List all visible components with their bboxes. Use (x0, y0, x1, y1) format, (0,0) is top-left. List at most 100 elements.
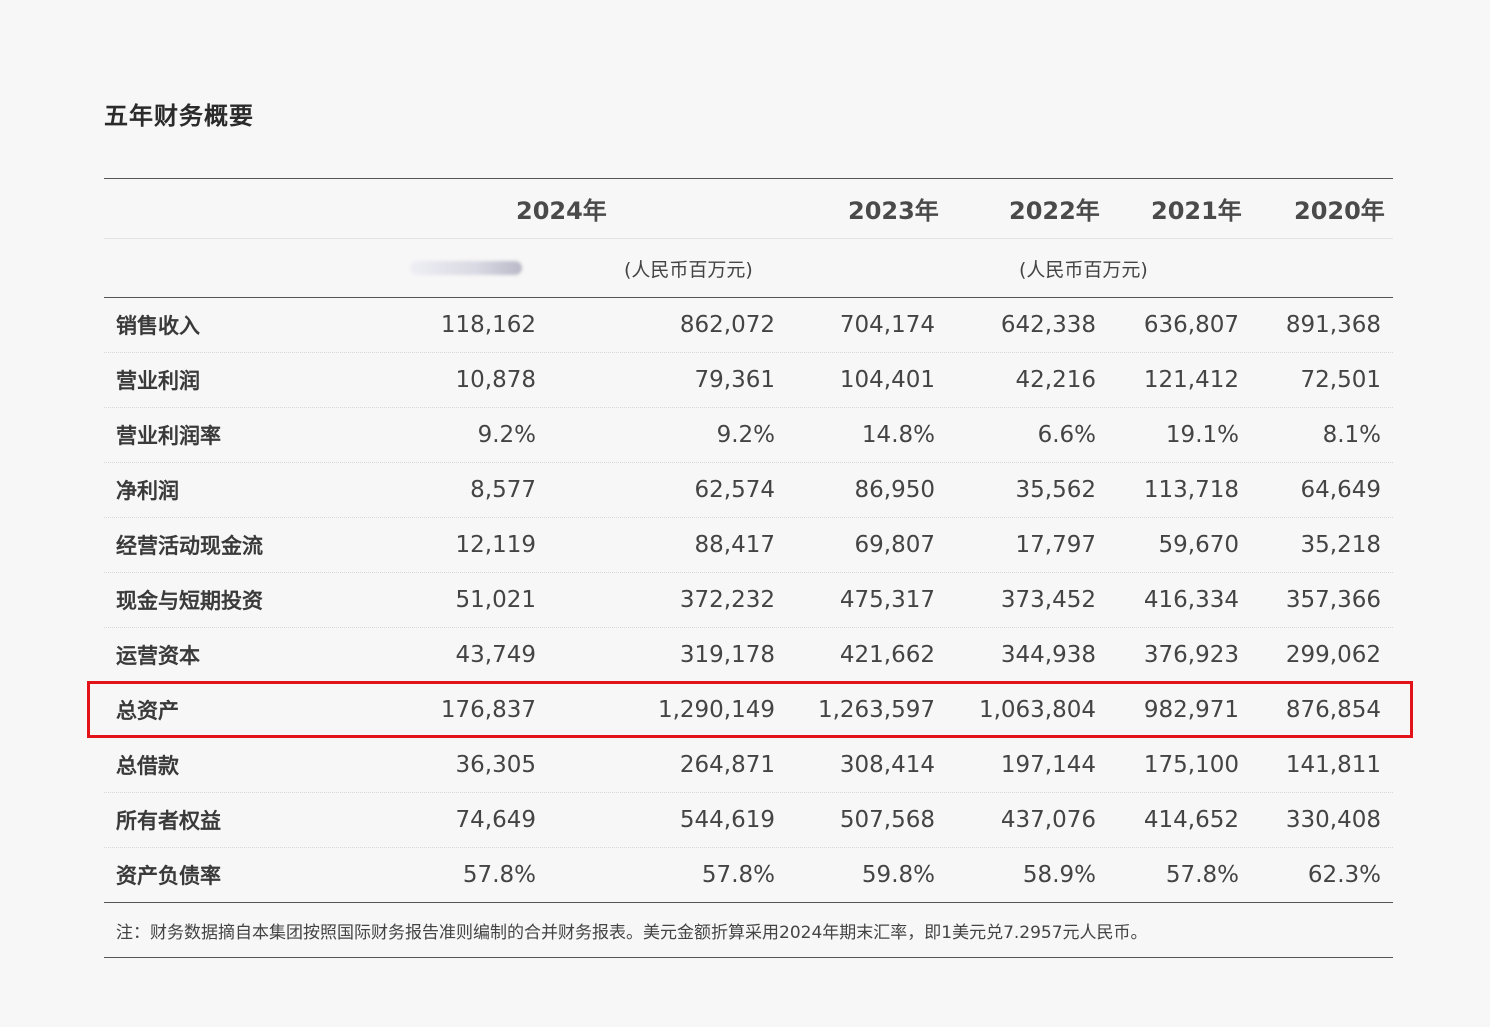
cell-rmb-2020: 8.1% (1322, 422, 1381, 448)
cell-rmb-2020: 62.3% (1307, 862, 1381, 888)
cell-rmb-2022: 197,144 (1000, 752, 1096, 778)
cell-rmb-2024: 319,178 (679, 642, 775, 668)
table-row: 运营资本 43,749 319,178 421,662 344,938 376,923 29… (104, 628, 1393, 683)
cell-rmb-2023: 104,401 (839, 367, 935, 393)
table-row: 销售收入 118,162 862,072 704,174 642,338 636,807 8… (104, 298, 1393, 353)
cell-rmb-2021: 414,652 (1143, 807, 1239, 833)
cell-usd-2024: 9.2% (477, 422, 536, 448)
blurred-unit-label (410, 261, 522, 275)
cell-rmb-2022: 373,452 (1000, 587, 1096, 613)
unit-row: (人民币百万元) (人民币百万元) (104, 239, 1393, 297)
cell-rmb-2021: 57.8% (1165, 862, 1239, 888)
table-row: 经营活动现金流 12,119 88,417 69,807 17,797 59,670 35,… (104, 518, 1393, 573)
row-label: 运营资本 (116, 644, 200, 668)
cell-rmb-2023: 421,662 (839, 642, 935, 668)
table-row: 总资产 176,837 1,290,149 1,263,597 1,063,804 982… (104, 683, 1393, 738)
cell-rmb-2022: 437,076 (1000, 807, 1096, 833)
footnote-bottom-rule (104, 957, 1393, 958)
cell-rmb-2024: 57.8% (701, 862, 775, 888)
unit-label-2024: (人民币百万元) (624, 258, 753, 281)
cell-rmb-2020: 35,218 (1300, 532, 1381, 558)
row-label: 总借款 (116, 754, 179, 778)
cell-rmb-2024: 862,072 (679, 312, 775, 338)
cell-rmb-2020: 141,811 (1285, 752, 1381, 778)
cell-rmb-2023: 1,263,597 (817, 697, 935, 723)
row-label: 现金与短期投资 (116, 589, 263, 613)
cell-rmb-2021: 175,100 (1143, 752, 1239, 778)
page-title: 五年财务概要 (104, 102, 254, 130)
cell-rmb-2023: 14.8% (861, 422, 935, 448)
financial-summary-table: 2024年 2023年 2022年 2021年 2020年 (人民币百万元) (… (104, 178, 1393, 958)
cell-rmb-2023: 704,174 (839, 312, 935, 338)
row-label: 经营活动现金流 (116, 534, 263, 558)
table-row: 净利润 8,577 62,574 86,950 35,562 113,718 64,649 (104, 463, 1393, 518)
cell-rmb-2023: 308,414 (839, 752, 935, 778)
row-label: 销售收入 (116, 314, 200, 338)
cell-usd-2024: 12,119 (455, 532, 536, 558)
cell-usd-2024: 8,577 (470, 477, 536, 503)
cell-rmb-2022: 42,216 (1015, 367, 1096, 393)
cell-rmb-2023: 69,807 (854, 532, 935, 558)
row-label: 总资产 (116, 699, 179, 723)
cell-rmb-2022: 344,938 (1000, 642, 1096, 668)
year-header-row: 2024年 2023年 2022年 2021年 2020年 (104, 179, 1393, 239)
row-label: 所有者权益 (116, 809, 221, 833)
cell-rmb-2021: 376,923 (1143, 642, 1239, 668)
table-row: 所有者权益 74,649 544,619 507,568 437,076 414,652 3… (104, 793, 1393, 848)
cell-rmb-2022: 17,797 (1015, 532, 1096, 558)
year-2024-header: 2024年 (516, 197, 607, 225)
cell-rmb-2024: 264,871 (679, 752, 775, 778)
table-row: 营业利润率 9.2% 9.2% 14.8% 6.6% 19.1% 8.1% (104, 408, 1393, 463)
cell-usd-2024: 118,162 (440, 312, 536, 338)
row-label: 营业利润率 (116, 424, 221, 448)
table-row: 现金与短期投资 51,021 372,232 475,317 373,452 416,33… (104, 573, 1393, 628)
cell-rmb-2022: 1,063,804 (978, 697, 1096, 723)
table-row: 资产负债率 57.8% 57.8% 59.8% 58.9% 57.8% 62.3% (104, 848, 1393, 902)
cell-rmb-2021: 59,670 (1158, 532, 1239, 558)
cell-rmb-2023: 507,568 (839, 807, 935, 833)
table-row: 营业利润 10,878 79,361 104,401 42,216 121,412 72,5… (104, 353, 1393, 408)
cell-rmb-2024: 88,417 (694, 532, 775, 558)
cell-usd-2024: 176,837 (440, 697, 536, 723)
cell-usd-2024: 51,021 (455, 587, 536, 613)
cell-usd-2024: 10,878 (455, 367, 536, 393)
year-2022-header: 2022年 (1009, 197, 1100, 225)
row-label: 资产负债率 (116, 864, 221, 888)
table-row: 总借款 36,305 264,871 308,414 197,144 175,100 141… (104, 738, 1393, 793)
cell-rmb-2020: 72,501 (1300, 367, 1381, 393)
cell-rmb-2021: 982,971 (1143, 697, 1239, 723)
year-2021-header: 2021年 (1151, 197, 1242, 225)
cell-usd-2024: 43,749 (455, 642, 536, 668)
unit-label-prior-years: (人民币百万元) (1019, 258, 1148, 281)
cell-rmb-2020: 357,366 (1285, 587, 1381, 613)
cell-rmb-2021: 113,718 (1143, 477, 1239, 503)
row-label: 净利润 (116, 479, 179, 503)
cell-rmb-2023: 59.8% (861, 862, 935, 888)
cell-rmb-2022: 642,338 (1000, 312, 1096, 338)
cell-rmb-2020: 330,408 (1285, 807, 1381, 833)
cell-rmb-2021: 121,412 (1143, 367, 1239, 393)
cell-rmb-2024: 79,361 (694, 367, 775, 393)
cell-rmb-2024: 544,619 (679, 807, 775, 833)
footnote: 注：财务数据摘自本集团按照国际财务报告准则编制的合并财务报表。美元金额折算采用2… (116, 922, 1148, 943)
year-2020-header: 2020年 (1294, 197, 1385, 225)
cell-rmb-2021: 19.1% (1165, 422, 1239, 448)
cell-rmb-2024: 372,232 (679, 587, 775, 613)
cell-rmb-2021: 636,807 (1143, 312, 1239, 338)
cell-usd-2024: 74,649 (455, 807, 536, 833)
cell-rmb-2024: 9.2% (716, 422, 775, 448)
cell-rmb-2021: 416,334 (1143, 587, 1239, 613)
cell-usd-2024: 36,305 (455, 752, 536, 778)
year-2023-header: 2023年 (848, 197, 939, 225)
table-body: 销售收入 118,162 862,072 704,174 642,338 636,807 8… (104, 298, 1393, 902)
cell-rmb-2020: 299,062 (1285, 642, 1381, 668)
cell-usd-2024: 57.8% (462, 862, 536, 888)
cell-rmb-2022: 58.9% (1022, 862, 1096, 888)
cell-rmb-2023: 475,317 (839, 587, 935, 613)
cell-rmb-2022: 35,562 (1015, 477, 1096, 503)
cell-rmb-2024: 1,290,149 (657, 697, 775, 723)
cell-rmb-2020: 876,854 (1285, 697, 1381, 723)
cell-rmb-2024: 62,574 (694, 477, 775, 503)
cell-rmb-2020: 64,649 (1300, 477, 1381, 503)
cell-rmb-2022: 6.6% (1037, 422, 1096, 448)
